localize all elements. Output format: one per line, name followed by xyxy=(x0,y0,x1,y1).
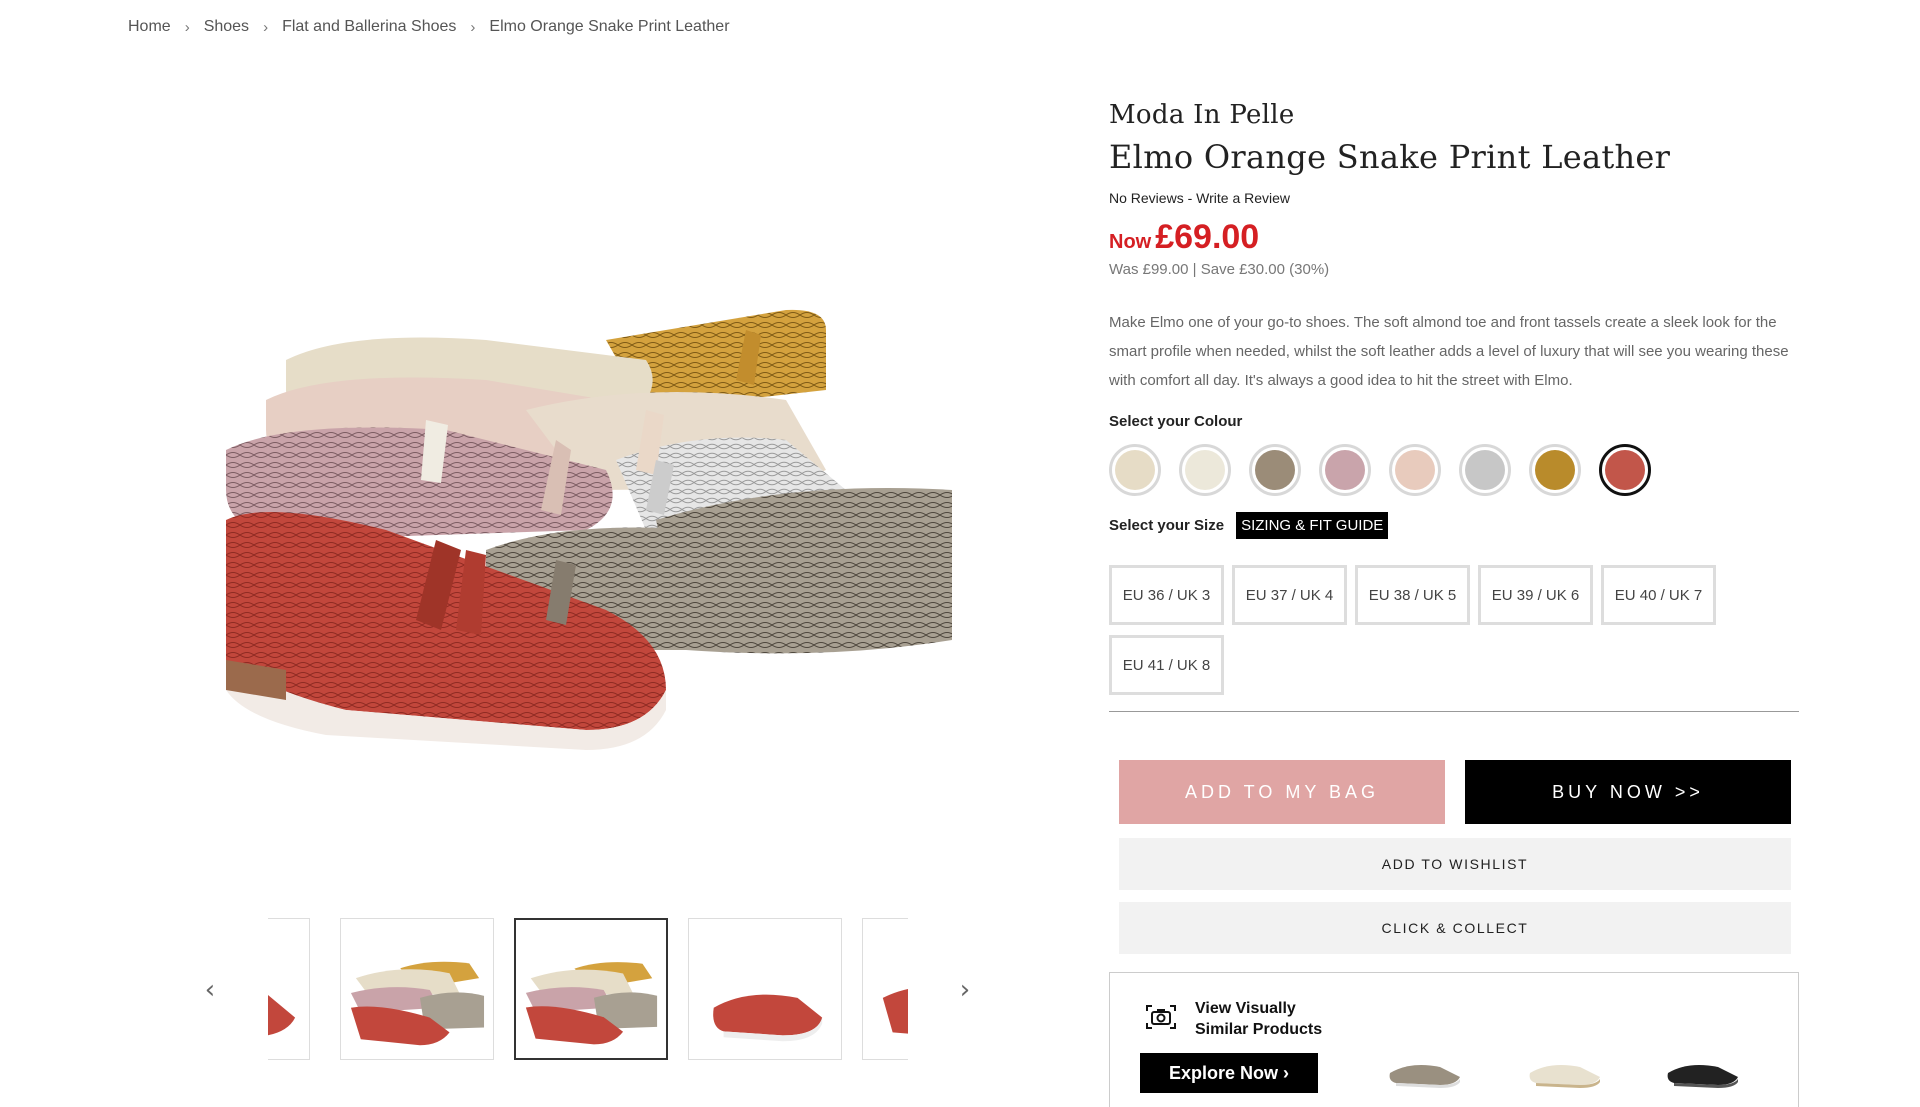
breadcrumb-separator: › xyxy=(263,18,269,36)
price: Now £69.00 xyxy=(1109,218,1799,257)
breadcrumb-separator: › xyxy=(470,18,476,36)
thumbnail-next-arrow-icon[interactable]: › xyxy=(955,975,975,1005)
size-option[interactable]: EU 39 / UK 6 xyxy=(1478,565,1593,625)
product-brand[interactable]: Moda In Pelle xyxy=(1109,100,1799,130)
thumbnail-prev-arrow-icon[interactable]: ‹ xyxy=(200,975,220,1005)
breadcrumb-home[interactable]: Home xyxy=(128,18,171,36)
similar-product-thumb[interactable] xyxy=(1658,1051,1748,1091)
swatch-fill xyxy=(1465,450,1505,490)
camera-icon xyxy=(1145,1003,1177,1031)
breadcrumb-flat-ballerina[interactable]: Flat and Ballerina Shoes xyxy=(282,18,456,36)
write-review-link[interactable]: Write a Review xyxy=(1196,190,1290,206)
breadcrumb: Home › Shoes › Flat and Ballerina Shoes … xyxy=(128,18,730,36)
colour-swatch-blush[interactable] xyxy=(1389,444,1441,496)
thumbnail-image[interactable] xyxy=(268,918,310,1060)
product-title: Elmo Orange Snake Print Leather xyxy=(1109,138,1671,176)
was-separator: | xyxy=(1188,261,1201,278)
thumbnail-image[interactable] xyxy=(862,918,908,1060)
size-option[interactable]: EU 41 / UK 8 xyxy=(1109,635,1224,695)
divider xyxy=(1109,711,1799,712)
sizing-fit-guide-button[interactable]: SIZING & FIT GUIDE xyxy=(1236,512,1389,539)
breadcrumb-shoes[interactable]: Shoes xyxy=(204,18,249,36)
size-options: EU 36 / UK 3 EU 37 / UK 4 EU 38 / UK 5 E… xyxy=(1109,565,1739,705)
size-option[interactable]: EU 36 / UK 3 xyxy=(1109,565,1224,625)
thumbnail-image[interactable] xyxy=(688,918,842,1060)
colour-label: Select your Colour xyxy=(1109,413,1243,430)
buy-now-button[interactable]: BUY NOW >> xyxy=(1465,760,1791,824)
size-option[interactable]: EU 40 / UK 7 xyxy=(1601,565,1716,625)
size-header: Select your Size SIZING & FIT GUIDE xyxy=(1109,512,1799,539)
breadcrumb-current: Elmo Orange Snake Print Leather xyxy=(489,18,730,35)
save-text: Save £30.00 (30%) xyxy=(1200,261,1330,278)
size-label: Select your Size xyxy=(1109,517,1225,534)
size-option[interactable]: EU 38 / UK 5 xyxy=(1355,565,1470,625)
now-price: £69.00 xyxy=(1155,218,1260,256)
visual-search-panel: View Visually Similar Products Explore N… xyxy=(1109,972,1799,1107)
main-product-image[interactable] xyxy=(226,190,952,760)
now-label: Now xyxy=(1109,231,1152,253)
colour-swatch-taupe-snake[interactable] xyxy=(1249,444,1301,496)
visual-search-title: View Visually Similar Products xyxy=(1195,1000,1323,1038)
colour-swatch-white-snake[interactable] xyxy=(1179,444,1231,496)
similar-product-thumb[interactable] xyxy=(1520,1051,1610,1091)
explore-now-button[interactable]: Explore Now › xyxy=(1140,1053,1318,1093)
click-collect-button[interactable]: CLICK & COLLECT xyxy=(1119,902,1791,954)
colour-swatch-mustard-snake[interactable] xyxy=(1529,444,1581,496)
similar-product-thumb[interactable] xyxy=(1380,1051,1470,1091)
add-to-bag-button[interactable]: ADD TO MY BAG xyxy=(1119,760,1445,824)
colour-swatch-silver-snake[interactable] xyxy=(1459,444,1511,496)
thumbnail-image[interactable] xyxy=(340,918,494,1060)
swatch-fill xyxy=(1115,450,1155,490)
swatch-fill xyxy=(1185,450,1225,490)
colour-swatches xyxy=(1109,444,1799,496)
swatch-fill xyxy=(1325,450,1365,490)
was-text: Was £99.00 xyxy=(1109,261,1189,278)
reviews-separator: - xyxy=(1183,190,1197,206)
swatch-fill xyxy=(1395,450,1435,490)
swatch-fill xyxy=(1605,450,1645,490)
swatch-fill xyxy=(1255,450,1295,490)
colour-swatch-cream[interactable] xyxy=(1109,444,1161,496)
colour-swatch-orange-snake-selected[interactable] xyxy=(1599,444,1651,496)
colour-swatch-pink-snake[interactable] xyxy=(1319,444,1371,496)
size-option[interactable]: EU 37 / UK 4 xyxy=(1232,565,1347,625)
swatch-fill xyxy=(1535,450,1575,490)
breadcrumb-separator: › xyxy=(184,18,190,36)
product-description: Make Elmo one of your go-to shoes. The s… xyxy=(1109,314,1789,389)
purchase-actions: ADD TO MY BAG BUY NOW >> xyxy=(1119,760,1799,824)
reviews-summary: No Reviews - Write a Review xyxy=(1109,190,1799,206)
reviews-count[interactable]: No Reviews xyxy=(1109,190,1184,206)
add-to-wishlist-button[interactable]: ADD TO WISHLIST xyxy=(1119,838,1791,890)
product-info: Moda In Pelle Elmo Orange Snake Print Le… xyxy=(1109,100,1799,954)
thumbnail-image-selected[interactable] xyxy=(514,918,668,1060)
was-price: Was £99.00 | Save £30.00 (30%) xyxy=(1109,261,1799,278)
thumbnail-carousel xyxy=(268,918,908,1060)
